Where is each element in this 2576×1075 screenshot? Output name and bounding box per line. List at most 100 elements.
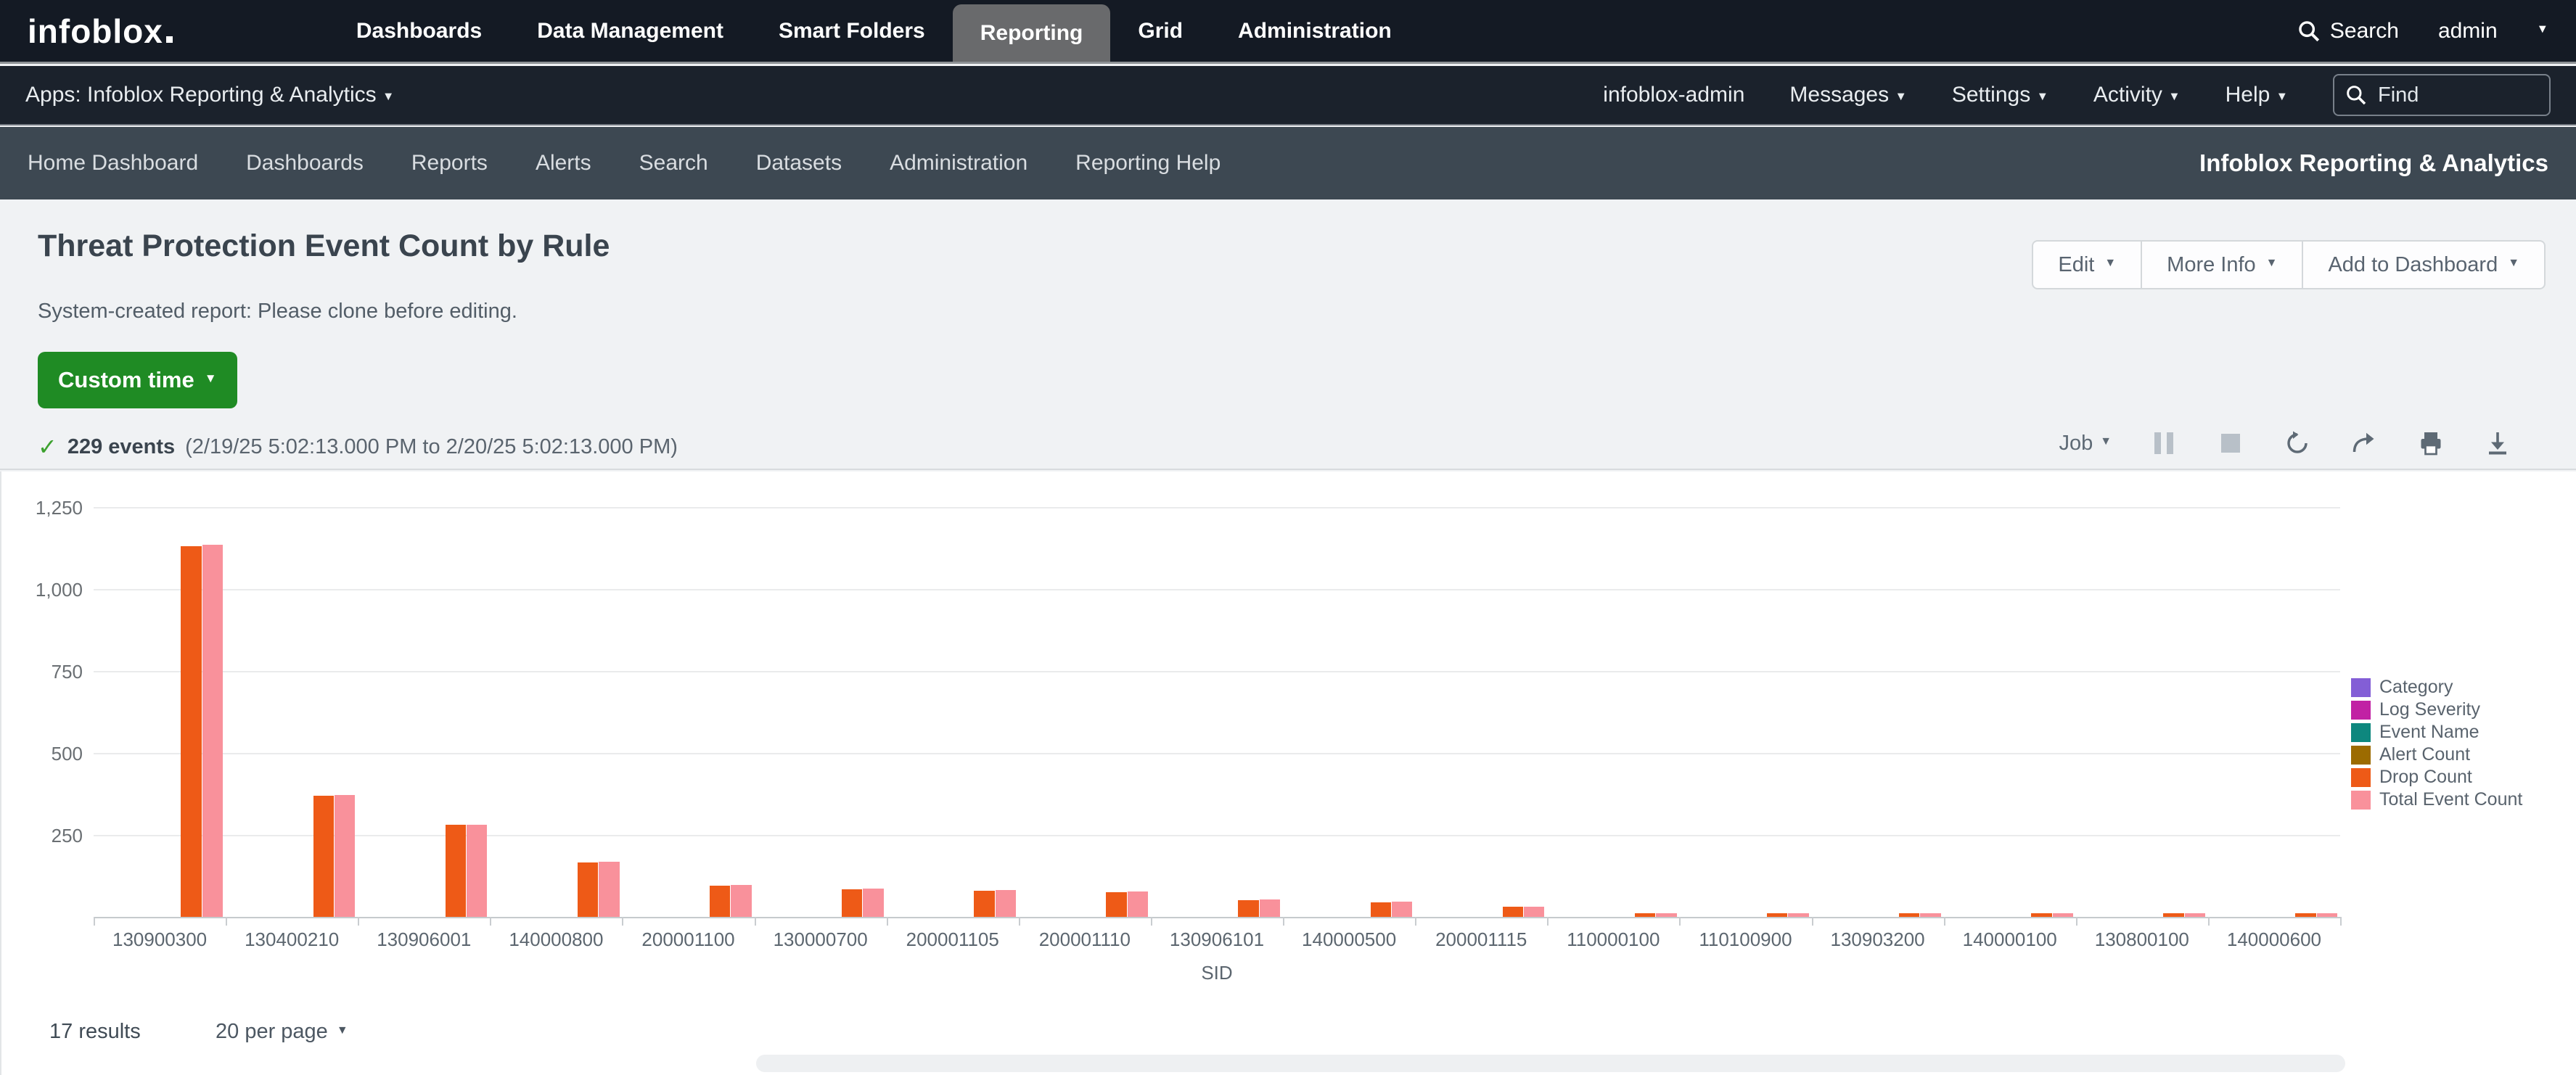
add-to-dashboard-button[interactable]: Add to Dashboard▼ [2302, 242, 2544, 288]
print-icon[interactable] [2416, 429, 2445, 458]
gridline [94, 507, 2340, 508]
bar[interactable] [1371, 902, 1391, 917]
add-to-dashboard-chevron-down-icon: ▼ [2508, 257, 2519, 270]
bar[interactable] [1920, 913, 1940, 917]
bar[interactable] [1238, 900, 1258, 917]
bar[interactable] [731, 885, 751, 917]
menu-reporting-help[interactable]: Reporting Help [1075, 151, 1221, 176]
pause-icon[interactable] [2149, 429, 2178, 458]
menu-administration[interactable]: Administration [890, 151, 1027, 176]
bar[interactable] [2053, 913, 2073, 917]
time-chevron-down-icon: ▼ [205, 371, 217, 386]
bar[interactable] [1635, 913, 1655, 917]
bar[interactable] [1128, 891, 1148, 917]
find-searchbox[interactable] [2333, 74, 2551, 116]
bar[interactable] [1767, 913, 1787, 917]
legend-item[interactable]: Alert Count [2351, 744, 2522, 766]
bar[interactable] [2295, 913, 2315, 917]
legend-item[interactable]: Log Severity [2351, 699, 2522, 721]
per-page-selector[interactable]: 20 per page▼ [216, 1020, 348, 1044]
bar[interactable] [1899, 913, 1919, 917]
legend-item[interactable]: Total Event Count [2351, 788, 2522, 811]
activity-menu[interactable]: Activity ▼ [2093, 83, 2181, 107]
settings-menu[interactable]: Settings ▼ [1952, 83, 2048, 107]
x-axis-tick [1283, 917, 1284, 926]
app-title: Infoblox Reporting & Analytics [2199, 149, 2548, 177]
x-axis-tick [1151, 917, 1152, 926]
bar[interactable] [2163, 913, 2183, 917]
find-input[interactable] [2376, 83, 2522, 108]
bar[interactable] [1392, 902, 1412, 917]
legend-label: Log Severity [2379, 699, 2480, 720]
bar[interactable] [974, 891, 994, 917]
legend-item[interactable]: Category [2351, 676, 2522, 699]
bar[interactable] [599, 862, 619, 917]
top-nav-bar: infoblox Dashboards Data Management Smar… [0, 0, 2576, 64]
custom-time-button[interactable]: Custom time▼ [38, 352, 237, 408]
bar[interactable] [467, 825, 487, 917]
infoblox-logo: infoblox [28, 12, 173, 51]
x-axis-tick-label: 140000600 [2208, 928, 2340, 951]
user-name[interactable]: admin [2438, 19, 2498, 44]
nav-grid[interactable]: Grid [1110, 0, 1210, 62]
x-axis-tick-label: 200001105 [887, 928, 1019, 951]
nav-reporting[interactable]: Reporting [953, 4, 1111, 62]
menu-datasets[interactable]: Datasets [756, 151, 842, 176]
bar[interactable] [842, 889, 862, 917]
bar[interactable] [1524, 907, 1544, 917]
x-axis-tick [1812, 917, 1813, 926]
user-chevron-down-icon[interactable]: ▼ [2537, 22, 2548, 36]
legend-swatch [2351, 768, 2371, 787]
x-axis-tick-label: 140000500 [1283, 928, 1415, 951]
menu-home-dashboard[interactable]: Home Dashboard [28, 151, 198, 176]
bar[interactable] [313, 796, 334, 917]
more-info-button[interactable]: More Info▼ [2141, 242, 2302, 288]
bar[interactable] [2031, 913, 2051, 917]
nav-administration[interactable]: Administration [1210, 0, 1419, 62]
y-axis-tick-label: 1,250 [1, 497, 83, 519]
y-axis-tick-label: 1,000 [1, 579, 83, 601]
bar[interactable] [1106, 892, 1126, 917]
bar[interactable] [996, 890, 1016, 917]
reload-icon[interactable] [2283, 429, 2312, 458]
messages-menu[interactable]: Messages ▼ [1789, 83, 1906, 107]
bar[interactable] [578, 862, 598, 917]
menu-dashboards[interactable]: Dashboards [246, 151, 364, 176]
legend-item[interactable]: Event Name [2351, 721, 2522, 744]
bar[interactable] [2317, 913, 2337, 917]
apps-chevron-down-icon: ▼ [382, 90, 394, 104]
x-axis-tick-label: 200001100 [622, 928, 754, 951]
global-search-button[interactable]: Search [2297, 19, 2399, 44]
results-count: 17 results [49, 1020, 141, 1044]
horizontal-scrollbar[interactable] [756, 1055, 2345, 1072]
bar[interactable] [202, 545, 223, 917]
menu-reports[interactable]: Reports [411, 151, 488, 176]
share-icon[interactable] [2350, 429, 2379, 458]
nav-dashboards[interactable]: Dashboards [329, 0, 509, 62]
y-axis-tick-label: 500 [1, 743, 83, 765]
bar[interactable] [2185, 913, 2205, 917]
bar[interactable] [1656, 913, 1676, 917]
bar[interactable] [181, 546, 201, 917]
menu-alerts[interactable]: Alerts [536, 151, 591, 176]
bar[interactable] [863, 889, 883, 917]
nav-smart-folders[interactable]: Smart Folders [751, 0, 953, 62]
job-menu[interactable]: Job▼ [2059, 432, 2112, 456]
bar[interactable] [710, 886, 730, 917]
bar[interactable] [1503, 907, 1523, 917]
y-axis-tick-label: 750 [1, 661, 83, 683]
apps-selector[interactable]: Apps: Infoblox Reporting & Analytics ▼ [25, 83, 394, 107]
help-menu[interactable]: Help ▼ [2226, 83, 2288, 107]
stop-icon[interactable] [2216, 429, 2245, 458]
legend-item[interactable]: Drop Count [2351, 766, 2522, 788]
bar[interactable] [1260, 899, 1280, 917]
logo-dot [166, 36, 173, 43]
bar[interactable] [1788, 913, 1808, 917]
infoblox-admin-link[interactable]: infoblox-admin [1603, 83, 1744, 107]
edit-button[interactable]: Edit▼ [2033, 242, 2141, 288]
download-icon[interactable] [2483, 429, 2512, 458]
nav-data-management[interactable]: Data Management [509, 0, 751, 62]
menu-search[interactable]: Search [639, 151, 708, 176]
bar[interactable] [446, 825, 466, 917]
bar[interactable] [335, 795, 355, 917]
